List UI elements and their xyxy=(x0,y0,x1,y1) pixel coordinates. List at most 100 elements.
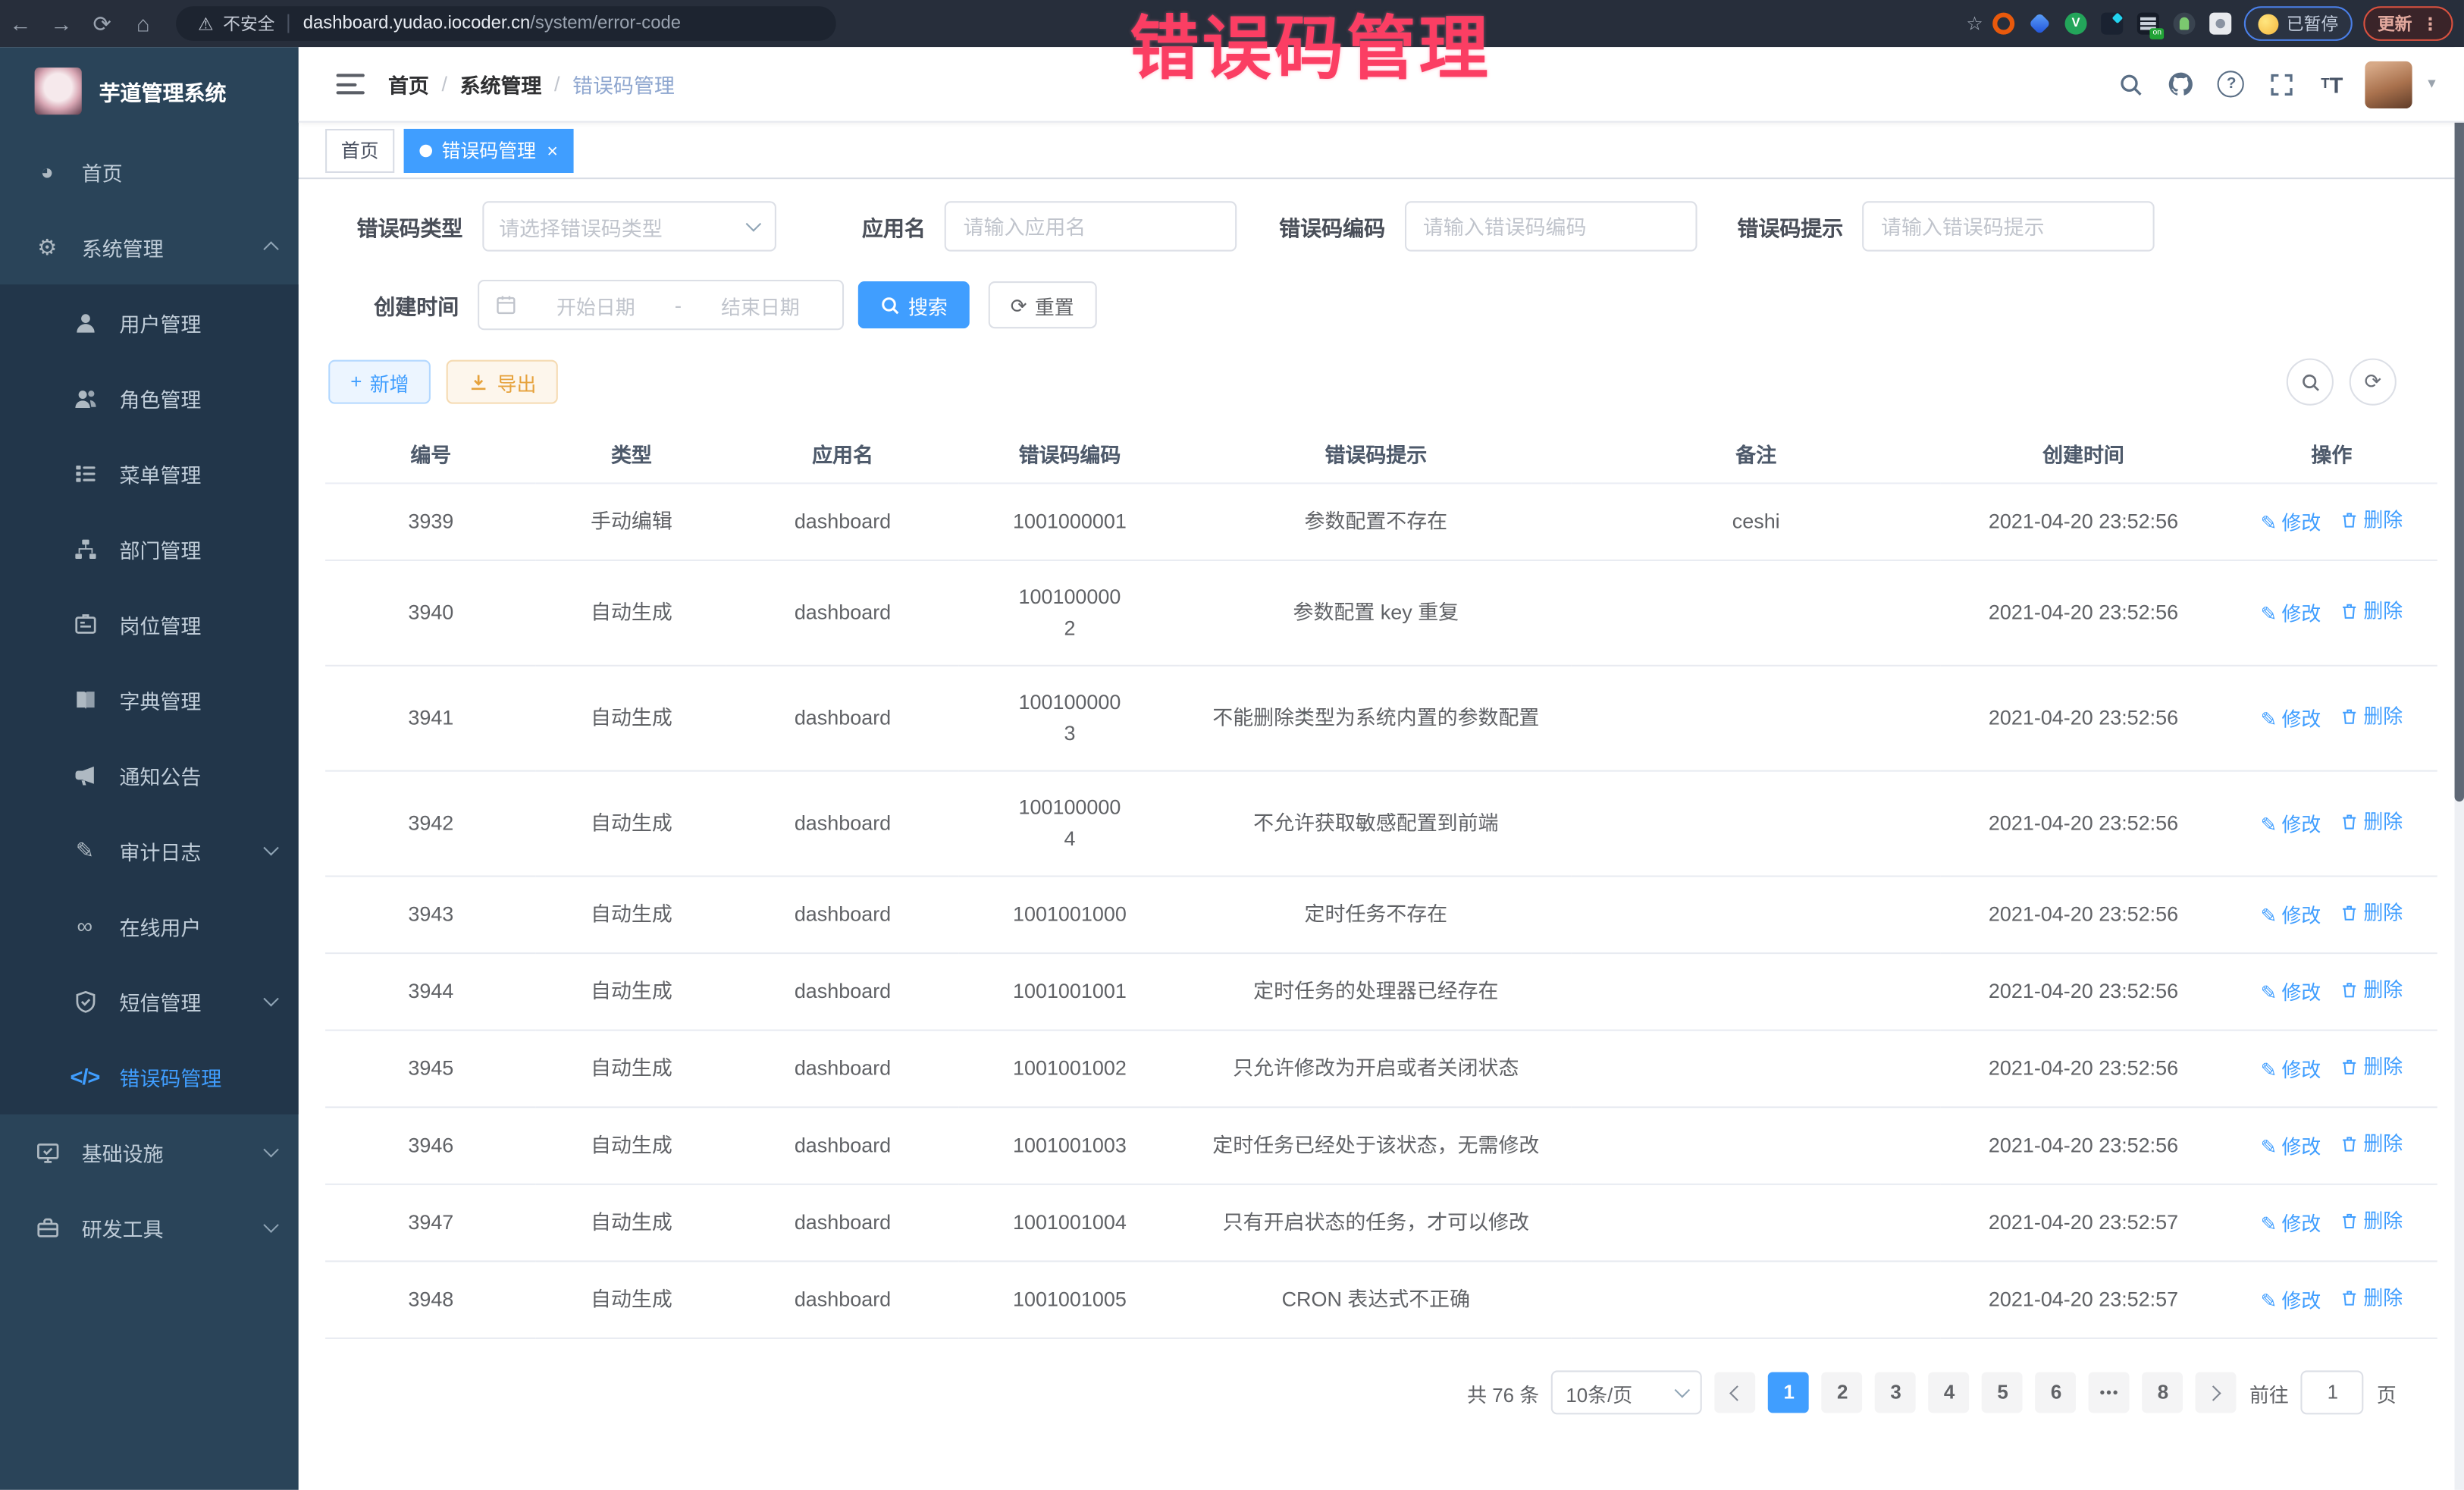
edit-link[interactable]: ✎修改 xyxy=(2261,977,2321,1008)
extension-icon[interactable] xyxy=(2029,12,2051,34)
delete-link[interactable]: 删除 xyxy=(2340,596,2403,627)
goto-page-input[interactable] xyxy=(2301,1370,2364,1414)
edit-link[interactable]: ✎修改 xyxy=(2261,599,2321,630)
home-icon[interactable]: ⌂ xyxy=(123,11,164,36)
sidebar-item-sms-management[interactable]: 短信管理 xyxy=(0,964,299,1039)
sidebar-item-role-management[interactable]: 角色管理 xyxy=(0,360,299,435)
reset-button[interactable]: ⟳ 重置 xyxy=(989,281,1096,328)
search-icon[interactable] xyxy=(2114,67,2149,102)
delete-link[interactable]: 删除 xyxy=(2340,974,2403,1005)
page-button-2[interactable]: 2 xyxy=(1822,1372,1863,1413)
tab-home[interactable]: 首页 xyxy=(325,128,394,172)
search-toggle-icon[interactable] xyxy=(2287,359,2334,406)
edit-link[interactable]: ✎修改 xyxy=(2261,1209,2321,1240)
next-page-button[interactable] xyxy=(2196,1372,2237,1413)
update-button[interactable]: 更新 ⋮ xyxy=(2363,6,2453,41)
breadcrumb-home[interactable]: 首页 xyxy=(388,69,429,99)
kebab-menu-icon[interactable]: ⋮ xyxy=(2422,14,2439,34)
error-hint-input[interactable] xyxy=(1862,201,2155,251)
page-button-4[interactable]: 4 xyxy=(1929,1372,1970,1413)
edit-link[interactable]: ✎修改 xyxy=(2261,1285,2321,1316)
page-button-5[interactable]: 5 xyxy=(1983,1372,2024,1413)
tags-view-bar: 首页 错误码管理 × xyxy=(299,123,2464,180)
table-row: 3946 自动生成 dashboard 1001001003 定时任务已经处于该… xyxy=(325,1107,2437,1184)
cell-id: 3942 xyxy=(325,771,537,877)
delete-link[interactable]: 删除 xyxy=(2340,1128,2403,1159)
sidebar-item-home[interactable]: ◕ 首页 xyxy=(0,133,299,209)
github-icon[interactable] xyxy=(2164,67,2199,102)
profile-chip[interactable]: 已暂停 xyxy=(2244,6,2353,41)
extension-icon[interactable]: on xyxy=(2137,13,2159,35)
more-pages-button[interactable]: ••• xyxy=(2089,1372,2130,1413)
sidebar-item-infrastructure[interactable]: 基础设施 xyxy=(0,1115,299,1190)
delete-link[interactable]: 删除 xyxy=(2340,806,2403,837)
sidebar-item-post-management[interactable]: 岗位管理 xyxy=(0,586,299,661)
table-row: 3944 自动生成 dashboard 1001001001 定时任务的处理器已… xyxy=(325,953,2437,1030)
page-button-1[interactable]: 1 xyxy=(1769,1372,1810,1413)
sidebar-item-system-management[interactable]: ⚙ 系统管理 xyxy=(0,209,299,284)
create-time-range-picker[interactable]: 开始日期 - 结束日期 xyxy=(478,280,844,330)
back-icon[interactable]: ← xyxy=(0,11,41,36)
search-button[interactable]: 搜索 xyxy=(858,281,970,328)
scrollbar-track[interactable] xyxy=(2455,47,2464,1490)
edit-link[interactable]: ✎修改 xyxy=(2261,507,2321,538)
help-icon[interactable]: ? xyxy=(2214,67,2249,102)
error-code-type-select[interactable]: 请选择错误码类型 xyxy=(481,201,776,251)
breadcrumb-separator: / xyxy=(441,72,447,96)
font-size-icon[interactable]: TT xyxy=(2315,67,2350,102)
sidebar-item-error-code-management[interactable]: </> 错误码管理 xyxy=(0,1039,299,1114)
edit-link[interactable]: ✎修改 xyxy=(2261,704,2321,736)
avatar[interactable] xyxy=(2365,61,2412,108)
logo-row[interactable]: 芋道管理系统 xyxy=(0,47,299,133)
edit-link[interactable]: ✎修改 xyxy=(2261,809,2321,840)
tab-error-code[interactable]: 错误码管理 × xyxy=(404,128,574,172)
extension-icon[interactable] xyxy=(1992,13,2014,35)
reload-icon[interactable]: ⟳ xyxy=(82,10,123,36)
caret-down-icon[interactable]: ▾ xyxy=(2428,75,2435,93)
sidebar-item-online-users[interactable]: ∞ 在线用户 xyxy=(0,888,299,963)
sidebar-item-dept-management[interactable]: 部门管理 xyxy=(0,511,299,586)
page-button-6[interactable]: 6 xyxy=(2036,1372,2077,1413)
error-code-input[interactable] xyxy=(1404,201,1697,251)
refresh-table-icon[interactable]: ⟳ xyxy=(2350,359,2397,406)
sidebar-item-user-management[interactable]: 用户管理 xyxy=(0,284,299,359)
delete-link[interactable]: 删除 xyxy=(2340,1282,2403,1313)
page-button-3[interactable]: 3 xyxy=(1876,1372,1917,1413)
extension-icon[interactable]: V xyxy=(2065,13,2087,35)
edit-link[interactable]: ✎修改 xyxy=(2261,1131,2321,1162)
app-name-input[interactable] xyxy=(945,201,1237,251)
forward-icon[interactable]: → xyxy=(41,11,82,36)
fullscreen-icon[interactable] xyxy=(2265,67,2299,102)
cell-remark xyxy=(1572,1030,1941,1108)
sidebar-item-menu-management[interactable]: 菜单管理 xyxy=(0,435,299,510)
add-button[interactable]: + 新增 xyxy=(328,360,431,404)
prev-page-button[interactable] xyxy=(1715,1372,1756,1413)
edit-link[interactable]: ✎修改 xyxy=(2261,901,2321,932)
extension-icon[interactable] xyxy=(2101,13,2123,35)
sidebar-item-dict-management[interactable]: 字典管理 xyxy=(0,662,299,737)
close-icon[interactable]: × xyxy=(547,141,558,160)
breadcrumb-system[interactable]: 系统管理 xyxy=(460,69,542,99)
sidebar-item-dev-tools[interactable]: 研发工具 xyxy=(0,1190,299,1265)
export-button[interactable]: 导出 xyxy=(447,360,558,404)
page-size-select[interactable]: 10条/页 xyxy=(1552,1370,1703,1414)
not-secure-label: 不安全 xyxy=(223,11,274,36)
cell-ops: ✎修改删除 xyxy=(2226,771,2437,877)
page-button-8[interactable]: 8 xyxy=(2143,1372,2183,1413)
extension-icon[interactable] xyxy=(2174,13,2196,35)
scrollbar-thumb[interactable] xyxy=(2455,63,2464,801)
sidebar-item-audit-log[interactable]: ✎ 审计日志 xyxy=(0,813,299,888)
sidebar-item-notice[interactable]: 通知公告 xyxy=(0,737,299,812)
delete-link[interactable]: 删除 xyxy=(2340,1052,2403,1083)
extensions-puzzle-icon[interactable] xyxy=(2209,13,2231,35)
bookmark-star-icon[interactable]: ☆ xyxy=(1966,13,1983,35)
delete-link[interactable]: 删除 xyxy=(2340,898,2403,929)
filter-label-time: 创建时间 xyxy=(374,289,459,320)
screen: ← → ⟳ ⌂ ⚠ 不安全 dashboard.yudao.iocoder.cn… xyxy=(0,0,2464,1490)
delete-link[interactable]: 删除 xyxy=(2340,1206,2403,1237)
edit-link[interactable]: ✎修改 xyxy=(2261,1055,2321,1086)
sidebar-toggle-hamburger-icon[interactable] xyxy=(337,74,365,94)
delete-link[interactable]: 删除 xyxy=(2340,701,2403,732)
address-bar[interactable]: ⚠ 不安全 dashboard.yudao.iocoder.cn /system… xyxy=(176,6,836,41)
delete-link[interactable]: 删除 xyxy=(2340,504,2403,535)
